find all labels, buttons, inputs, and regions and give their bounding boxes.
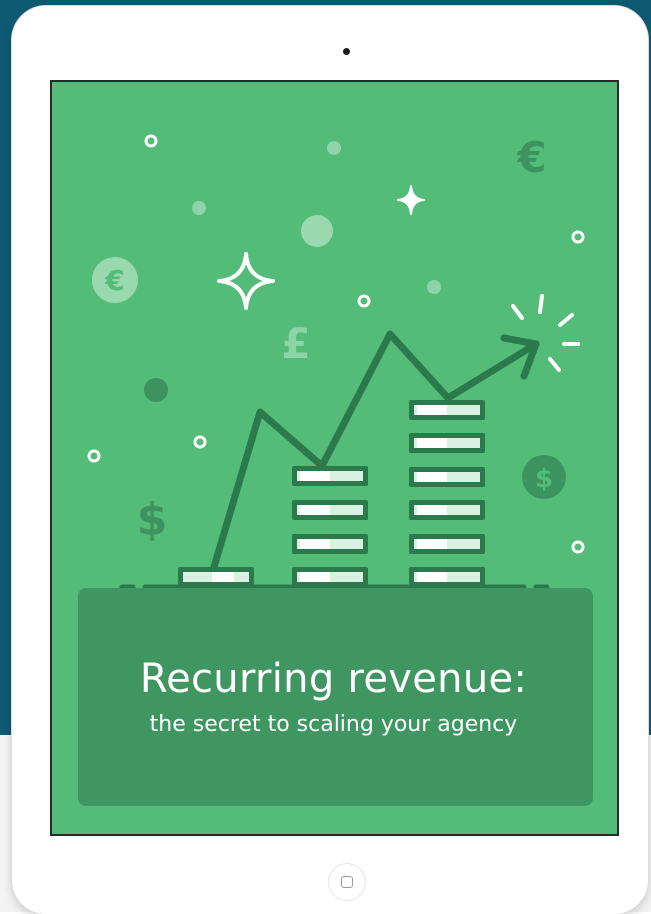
cover-subtitle: the secret to scaling your agency xyxy=(149,712,518,737)
euro-icon: € xyxy=(516,133,546,182)
decor-dot-large xyxy=(301,215,333,247)
camera-dot xyxy=(343,48,350,55)
decor-dot-dark xyxy=(144,378,168,402)
dollar-icon: $ xyxy=(137,494,168,545)
euro-coin-symbol: € xyxy=(104,264,124,297)
home-square-icon xyxy=(341,876,353,888)
coin-stack-left xyxy=(178,567,254,587)
home-button[interactable] xyxy=(328,863,366,901)
decor-dot xyxy=(192,201,206,215)
decor-dot xyxy=(327,141,341,155)
decor-dot xyxy=(427,280,441,294)
pound-icon: £ xyxy=(281,319,310,368)
cover-title: Recurring revenue: xyxy=(139,656,528,702)
dollar-coin-symbol: $ xyxy=(535,464,553,494)
caption-text-area: Recurring revenue: the secret to scaling… xyxy=(76,585,591,803)
